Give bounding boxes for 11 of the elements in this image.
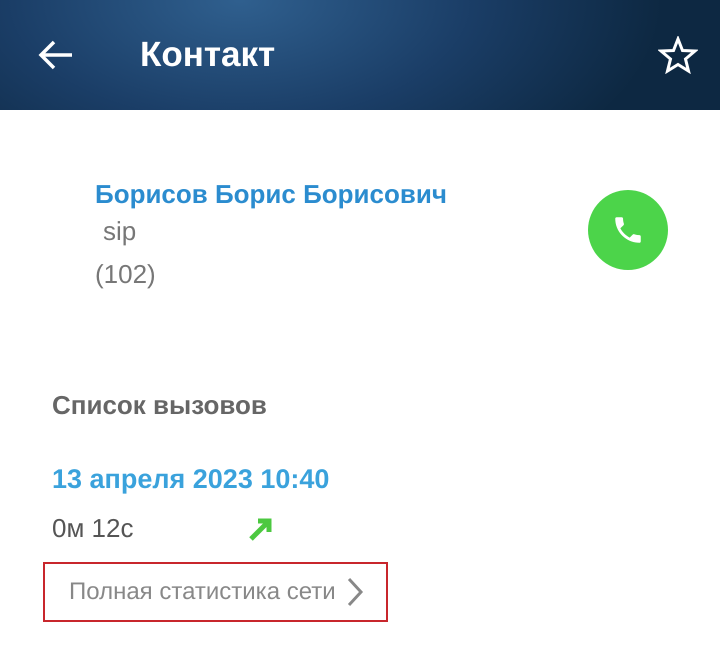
contact-number: (102) xyxy=(95,258,157,291)
screen-title: Контакт xyxy=(140,35,276,75)
back-button[interactable] xyxy=(38,39,74,71)
section-heading: Список вызовов xyxy=(52,390,268,421)
favorite-star-button[interactable] xyxy=(658,36,698,74)
call-date: 13 апреля 2023 10:40 xyxy=(52,464,330,495)
contact-type: sip xyxy=(103,215,138,248)
call-duration: 0м 12с xyxy=(52,513,134,544)
chevron-right-icon xyxy=(346,576,364,608)
contact-name: Борисов Борис Борисович xyxy=(95,178,447,210)
network-stats-link[interactable]: Полная статистика сети xyxy=(43,562,388,622)
